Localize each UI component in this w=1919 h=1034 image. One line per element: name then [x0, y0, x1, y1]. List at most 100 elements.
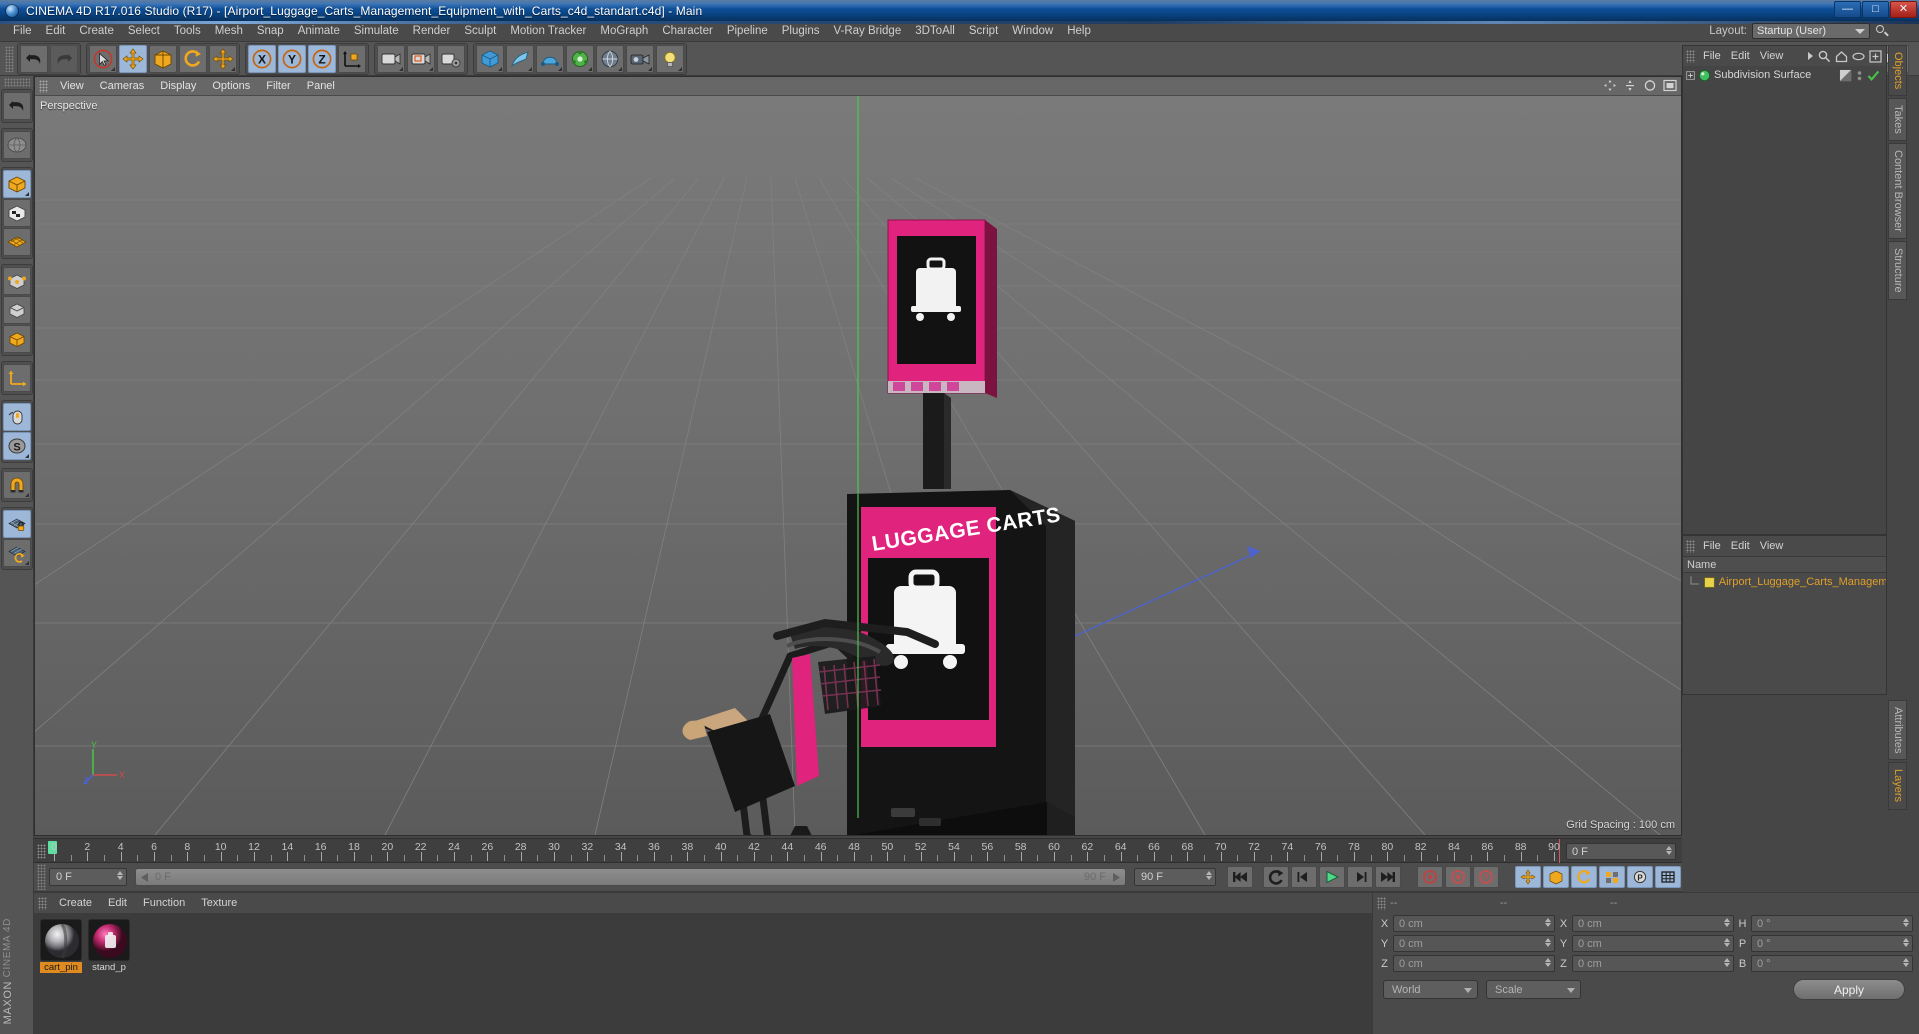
tab-objects[interactable]: Objects	[1888, 45, 1907, 97]
magnet-button[interactable]	[2, 471, 31, 499]
dope-sheet-button[interactable]	[1655, 866, 1681, 888]
keyframe-help-button[interactable]: ?	[1473, 866, 1499, 888]
object-menu-view[interactable]: View	[1755, 49, 1789, 63]
menu-3dtoall[interactable]: 3DToAll	[908, 23, 962, 39]
range-left-handle-icon[interactable]	[140, 872, 151, 882]
viewport-menu-display[interactable]: Display	[152, 79, 204, 93]
material-item[interactable]: stand_p	[88, 919, 130, 1028]
material-item[interactable]: cart_pin	[40, 919, 82, 1028]
move-alt-button[interactable]	[209, 44, 237, 73]
layout-dropdown[interactable]: Startup (User)	[1752, 23, 1870, 39]
object-menu-edit[interactable]: Edit	[1726, 49, 1755, 63]
step-forward-button[interactable]	[1347, 866, 1373, 888]
menu-render[interactable]: Render	[406, 23, 458, 39]
coordinate-system-dropdown[interactable]: World	[1383, 980, 1478, 999]
maximize-view-icon[interactable]	[1663, 79, 1677, 92]
position-y-field[interactable]: 0 cm	[1393, 935, 1555, 952]
generator-button[interactable]	[536, 44, 564, 73]
object-tree[interactable]: Subdivision Surface	[1683, 66, 1886, 534]
playbar-grip[interactable]	[37, 864, 46, 890]
render-settings-button[interactable]	[437, 44, 465, 73]
points-mode-button[interactable]	[2, 267, 31, 295]
menu-pipeline[interactable]: Pipeline	[720, 23, 775, 39]
menu-simulate[interactable]: Simulate	[347, 23, 406, 39]
maximize-button[interactable]: □	[1862, 1, 1889, 18]
stepper-icon[interactable]	[1724, 918, 1730, 927]
minimize-button[interactable]: —	[1834, 1, 1861, 18]
eye-icon[interactable]	[1852, 52, 1865, 61]
rotation-p-field[interactable]: 0 °	[1751, 935, 1913, 952]
current-frame-field[interactable]: 0 F	[49, 868, 127, 886]
toolbar-grip[interactable]	[5, 45, 14, 72]
layer-manager-grip[interactable]	[1686, 539, 1695, 553]
timeline-frame-field[interactable]: 0 F	[1566, 843, 1676, 860]
step-back-button[interactable]	[1291, 866, 1317, 888]
menu-motion-tracker[interactable]: Motion Tracker	[503, 23, 593, 39]
rotation-b-field[interactable]: 0 °	[1751, 955, 1913, 972]
zoom-view-icon[interactable]	[1623, 79, 1637, 92]
tab-structure[interactable]: Structure	[1888, 240, 1907, 300]
apply-button[interactable]: Apply	[1793, 979, 1905, 1000]
menu-edit[interactable]: Edit	[39, 23, 73, 39]
timeline-track[interactable]: 0 2 4 6 8 10 12 14 16 18 20 22 24 26 28 30 32 34 36 38 40 42 4…	[48, 839, 1560, 864]
z-axis-lock-button[interactable]: Z	[308, 44, 336, 73]
end-frame-field[interactable]: 90 F	[1134, 868, 1216, 886]
material-menu-function[interactable]: Function	[135, 896, 193, 910]
world-object-coord-button[interactable]	[338, 44, 366, 73]
pan-view-icon[interactable]	[1603, 79, 1617, 92]
stepper-icon[interactable]	[117, 871, 123, 880]
viewport-menu-grip[interactable]	[39, 79, 48, 93]
undo-tool-button[interactable]	[2, 92, 31, 120]
viewport-menu-cameras[interactable]: Cameras	[92, 79, 153, 93]
layer-menu-file[interactable]: File	[1698, 539, 1726, 553]
scale-key-button[interactable]	[1543, 866, 1569, 888]
stepper-icon[interactable]	[1903, 938, 1909, 947]
menu-tools[interactable]: Tools	[167, 23, 208, 39]
stepper-icon[interactable]	[1724, 938, 1730, 947]
stepper-icon[interactable]	[1545, 938, 1551, 947]
layer-menu-view[interactable]: View	[1755, 539, 1789, 553]
tab-attributes[interactable]: Attributes	[1888, 700, 1907, 761]
menu-window[interactable]: Window	[1005, 23, 1060, 39]
material-menu-grip[interactable]	[38, 896, 47, 910]
viewport-menu-panel[interactable]: Panel	[299, 79, 343, 93]
transform-mode-dropdown[interactable]: Scale	[1486, 980, 1581, 999]
menu-mograph[interactable]: MoGraph	[593, 23, 655, 39]
y-axis-lock-button[interactable]: Y	[278, 44, 306, 73]
search-icon[interactable]	[1875, 24, 1889, 38]
layer-menu-edit[interactable]: Edit	[1726, 539, 1755, 553]
menu-select[interactable]: Select	[121, 23, 167, 39]
material-preview-sphere[interactable]	[40, 919, 82, 961]
menu-sculpt[interactable]: Sculpt	[457, 23, 503, 39]
material-tag-icon[interactable]	[1839, 68, 1852, 82]
move-button[interactable]	[119, 44, 147, 73]
timeline-grip[interactable]	[37, 844, 46, 859]
viewport-solo-button[interactable]	[2, 403, 31, 431]
tab-takes[interactable]: Takes	[1888, 98, 1907, 142]
stepper-icon[interactable]	[1903, 918, 1909, 927]
object-manager-grip[interactable]	[1686, 49, 1695, 63]
menu-vray-bridge[interactable]: V-Ray Bridge	[826, 23, 908, 39]
object-menu-file[interactable]: File	[1698, 49, 1726, 63]
camera-button[interactable]	[626, 44, 654, 73]
timeline-ruler[interactable]: 0 2 4 6 8 10 12 14 16 18 20 22 24 26 28 30 32 34 36 38 40 42 4…	[34, 838, 1682, 864]
menu-help[interactable]: Help	[1060, 23, 1098, 39]
menu-animate[interactable]: Animate	[291, 23, 347, 39]
expand-icon[interactable]	[1869, 49, 1882, 63]
texture-mode-button[interactable]	[2, 199, 31, 227]
size-y-field[interactable]: 0 cm	[1572, 935, 1734, 952]
pla-key-button[interactable]: P	[1627, 866, 1653, 888]
loop-button[interactable]	[1263, 866, 1289, 888]
viewport-menu-filter[interactable]: Filter	[258, 79, 298, 93]
tab-content-browser[interactable]: Content Browser	[1888, 143, 1907, 239]
spline-pen-button[interactable]	[506, 44, 534, 73]
scale-button[interactable]	[149, 44, 177, 73]
expand-toggle-icon[interactable]	[1686, 70, 1695, 80]
left-toolbar-grip[interactable]	[3, 78, 30, 87]
close-button[interactable]: ✕	[1890, 1, 1917, 18]
search-icon[interactable]	[1818, 50, 1831, 63]
material-list[interactable]: cart_pin stand_p	[34, 913, 1372, 1034]
stepper-icon[interactable]	[1724, 958, 1730, 967]
record-active-button[interactable]	[1417, 866, 1443, 888]
deformer-button[interactable]	[566, 44, 594, 73]
